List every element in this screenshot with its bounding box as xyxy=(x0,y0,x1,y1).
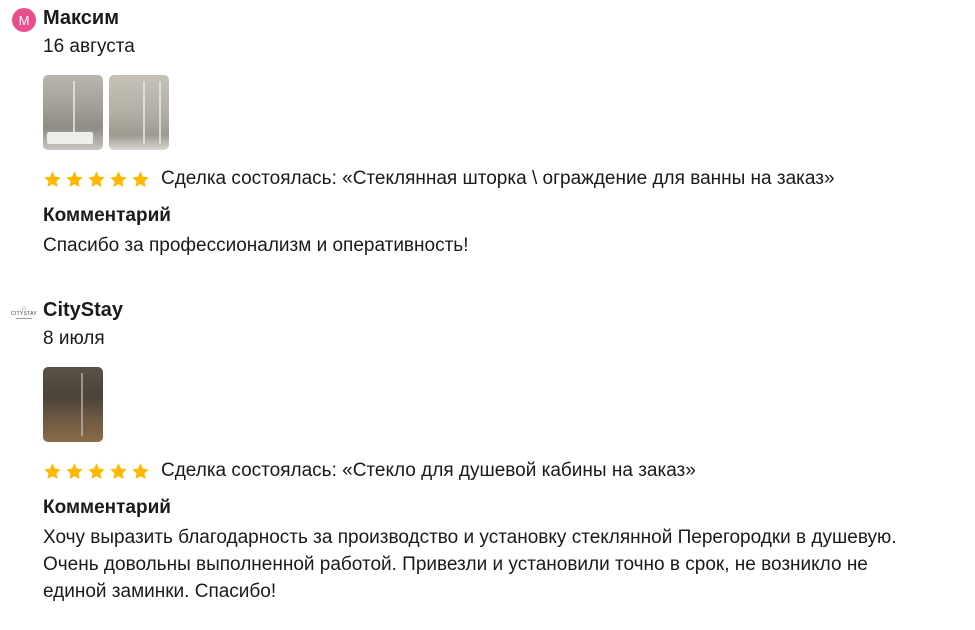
star-icon xyxy=(88,170,105,187)
star-icon xyxy=(66,462,83,479)
comment-heading: Комментарий xyxy=(43,205,171,226)
star-icon xyxy=(66,170,83,187)
review-date: 16 августа xyxy=(43,36,135,57)
comment-text: Спасибо за профессионализм и оперативнос… xyxy=(43,235,469,256)
star-rating xyxy=(43,170,150,189)
review-photo-thumbnail[interactable] xyxy=(43,367,103,442)
citystay-logo-avatar[interactable]: ⌂ CITYSTAY xyxy=(11,300,37,324)
deal-status: Сделка состоялась: «Стекло для душевой к… xyxy=(161,460,696,481)
rating-row: Сделка состоялась: «Стеклянная шторка \ … xyxy=(43,168,835,190)
star-icon xyxy=(110,462,127,479)
star-icon xyxy=(132,462,149,479)
comment-heading: Комментарий xyxy=(43,497,171,518)
review-photos xyxy=(43,367,103,442)
review-photos xyxy=(43,75,169,150)
star-icon xyxy=(110,170,127,187)
star-icon xyxy=(132,170,149,187)
rating-row: Сделка состоялась: «Стекло для душевой к… xyxy=(43,460,696,482)
review-photo-thumbnail[interactable] xyxy=(109,75,169,150)
star-rating xyxy=(43,462,150,481)
reviewer-name[interactable]: CityStay xyxy=(43,299,123,322)
user-avatar[interactable]: М xyxy=(12,8,36,32)
review-date: 8 июля xyxy=(43,328,105,349)
reviewer-name[interactable]: Максим xyxy=(43,7,119,30)
deal-status: Сделка состоялась: «Стеклянная шторка \ … xyxy=(161,168,835,189)
star-icon xyxy=(44,170,61,187)
star-icon xyxy=(88,462,105,479)
review-photo-thumbnail[interactable] xyxy=(43,75,103,150)
comment-text: Хочу выразить благодарность за производс… xyxy=(43,527,897,602)
star-icon xyxy=(44,462,61,479)
